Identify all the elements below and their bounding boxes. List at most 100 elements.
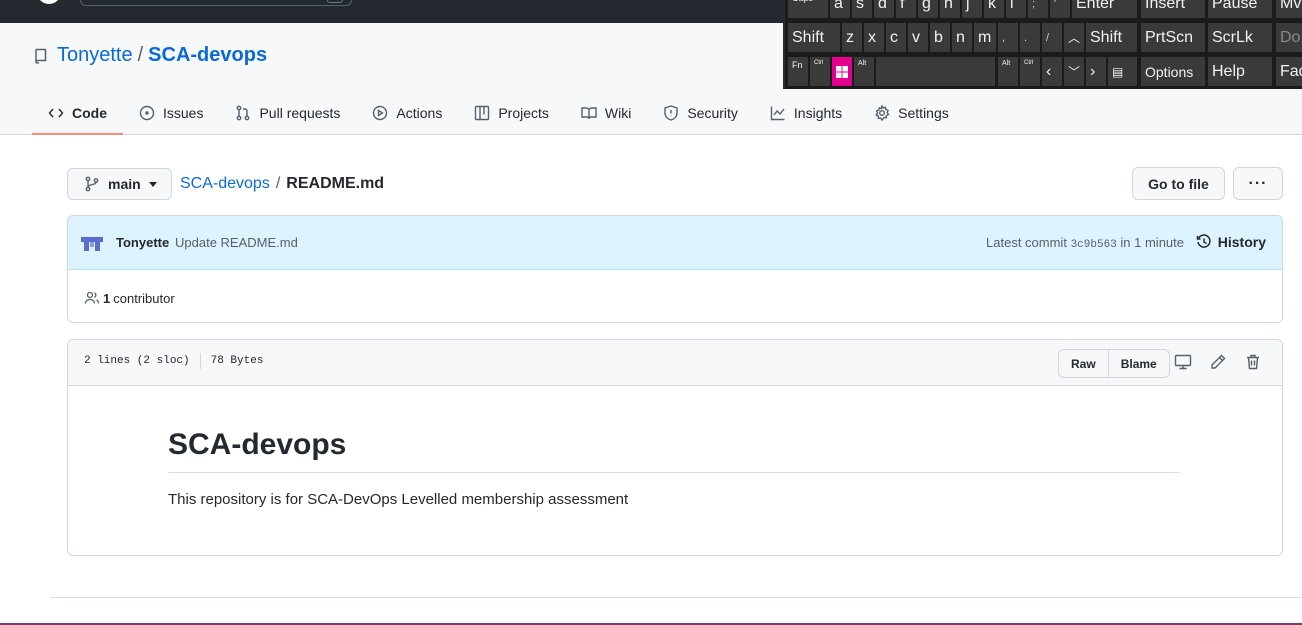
- key-fn[interactable]: Fn: [788, 57, 808, 86]
- file-header: 2 lines (2 sloc) 78 Bytes Raw Blame: [68, 340, 1282, 386]
- avatar[interactable]: [81, 235, 103, 253]
- windows-key-icon[interactable]: [832, 57, 852, 86]
- commit-row: Tonyette Update README.md Latest commit …: [68, 216, 1282, 270]
- tab-wiki[interactable]: Wiki: [565, 93, 647, 133]
- go-to-file-button[interactable]: Go to file: [1132, 167, 1225, 200]
- key-caps[interactable]: Caps: [788, 0, 828, 18]
- arrow-down-icon[interactable]: ﹀: [1064, 57, 1084, 86]
- key-scrlk[interactable]: ScrLk: [1208, 23, 1272, 52]
- key-s[interactable]: s: [852, 0, 872, 18]
- key-n[interactable]: n: [952, 23, 972, 52]
- key-space[interactable]: [876, 57, 995, 86]
- breadcrumb-separator: /: [275, 175, 281, 192]
- tab-label: Projects: [498, 105, 549, 121]
- key-help[interactable]: Help: [1208, 57, 1272, 86]
- repo-name-link[interactable]: SCA-devops: [148, 44, 267, 67]
- key-enter[interactable]: Enter: [1072, 0, 1137, 18]
- pencil-icon[interactable]: [1209, 353, 1227, 371]
- key-x[interactable]: x: [864, 23, 884, 52]
- menu-key-icon[interactable]: ▤: [1108, 57, 1137, 86]
- key-mv[interactable]: Mv: [1276, 0, 1302, 18]
- history-label: History: [1217, 234, 1266, 250]
- search-input[interactable]: [80, 0, 352, 6]
- breadcrumb-repo-link[interactable]: SCA-devops: [180, 175, 270, 193]
- commit-message-link[interactable]: Update README.md: [175, 235, 298, 250]
- key-a[interactable]: a: [830, 0, 850, 18]
- tab-issues[interactable]: Issues: [123, 93, 219, 133]
- tab-pull-requests[interactable]: Pull requests: [219, 93, 356, 133]
- key-period[interactable]: .: [1020, 23, 1040, 52]
- key-options[interactable]: Options: [1141, 57, 1205, 86]
- tab-label: Security: [687, 105, 738, 121]
- key-b[interactable]: b: [930, 23, 950, 52]
- desktop-icon[interactable]: [1174, 353, 1192, 371]
- key-z[interactable]: z: [842, 23, 862, 52]
- tab-code[interactable]: Code: [32, 93, 123, 135]
- key-right-alt[interactable]: Alt: [998, 57, 1018, 86]
- branch-select-button[interactable]: main: [67, 168, 172, 200]
- key-semicolon[interactable]: ;: [1028, 0, 1048, 18]
- people-icon: [84, 291, 100, 304]
- more-options-button[interactable]: ···: [1233, 167, 1283, 200]
- tab-projects[interactable]: Projects: [458, 93, 565, 133]
- repo-title-separator: /: [137, 44, 144, 66]
- key-d[interactable]: d: [874, 0, 894, 18]
- arrow-right-icon[interactable]: ›: [1086, 57, 1106, 86]
- key-left-ctrl[interactable]: Ctrl: [810, 57, 830, 86]
- repo-owner-link[interactable]: Tonyette: [57, 44, 133, 67]
- file-info: 2 lines (2 sloc) 78 Bytes: [84, 353, 264, 369]
- key-prtscn[interactable]: PrtScn: [1141, 23, 1205, 52]
- contributors-link[interactable]: 1 contributor: [84, 290, 175, 306]
- key-insert[interactable]: Insert: [1141, 0, 1205, 18]
- commit-sha-link[interactable]: 3c9b563: [1071, 239, 1117, 251]
- table-icon: [475, 105, 490, 121]
- graph-icon: [770, 106, 785, 121]
- tab-security[interactable]: Security: [647, 93, 754, 133]
- contributor-count: 1: [103, 290, 111, 306]
- tab-settings[interactable]: Settings: [858, 93, 965, 133]
- key-g[interactable]: g: [918, 0, 938, 18]
- key-j[interactable]: j: [962, 0, 982, 18]
- key-v[interactable]: v: [908, 23, 928, 52]
- github-logo-icon[interactable]: [34, 0, 64, 8]
- arrow-left-icon[interactable]: ‹: [1042, 57, 1062, 86]
- history-link[interactable]: History: [1196, 234, 1266, 250]
- key-quote[interactable]: ': [1050, 0, 1070, 18]
- file-viewer: 2 lines (2 sloc) 78 Bytes Raw Blame SCA-…: [67, 339, 1283, 556]
- repo-title: Tonyette / SCA-devops: [34, 44, 267, 67]
- key-slash[interactable]: /: [1042, 23, 1062, 52]
- key-h[interactable]: h: [940, 0, 960, 18]
- commit-author-link[interactable]: Tonyette: [116, 235, 169, 250]
- readme-content: SCA-devops This repository is for SCA-De…: [168, 428, 1180, 508]
- key-m[interactable]: m: [974, 23, 996, 52]
- breadcrumb: SCA-devops / README.md: [180, 175, 384, 193]
- key-right-ctrl[interactable]: Ctrl: [1020, 57, 1040, 86]
- raw-button[interactable]: Raw: [1059, 350, 1109, 377]
- tab-label: Actions: [396, 105, 443, 121]
- pull-request-icon: [237, 105, 250, 121]
- blame-button[interactable]: Blame: [1109, 350, 1169, 377]
- trash-icon[interactable]: [1244, 353, 1262, 371]
- readme-paragraph: This repository is for SCA-DevOps Levell…: [168, 491, 629, 508]
- key-left-shift[interactable]: Shift: [788, 23, 840, 52]
- key-fade[interactable]: Fad: [1276, 57, 1302, 86]
- caret-down-icon: [148, 181, 157, 187]
- key-f[interactable]: f: [896, 0, 916, 18]
- gear-icon: [875, 105, 890, 121]
- tab-label: Insights: [793, 105, 843, 121]
- key-left-alt[interactable]: Alt: [854, 57, 874, 86]
- tab-actions[interactable]: Actions: [356, 93, 458, 133]
- tab-insights[interactable]: Insights: [754, 93, 858, 133]
- file-size: 78 Bytes: [210, 355, 264, 367]
- key-down[interactable]: Do: [1276, 23, 1302, 52]
- file-action-buttons: Raw Blame: [1058, 349, 1170, 378]
- key-pause[interactable]: Pause: [1208, 0, 1272, 18]
- key-c[interactable]: c: [886, 23, 906, 52]
- key-right-shift[interactable]: Shift: [1086, 23, 1137, 52]
- key-k[interactable]: k: [984, 0, 1004, 18]
- shield-icon: [664, 105, 679, 121]
- git-branch-icon: [85, 176, 99, 192]
- key-comma[interactable]: ,: [998, 23, 1018, 52]
- key-l[interactable]: l: [1006, 0, 1026, 18]
- arrow-up-icon[interactable]: ︿: [1064, 23, 1084, 52]
